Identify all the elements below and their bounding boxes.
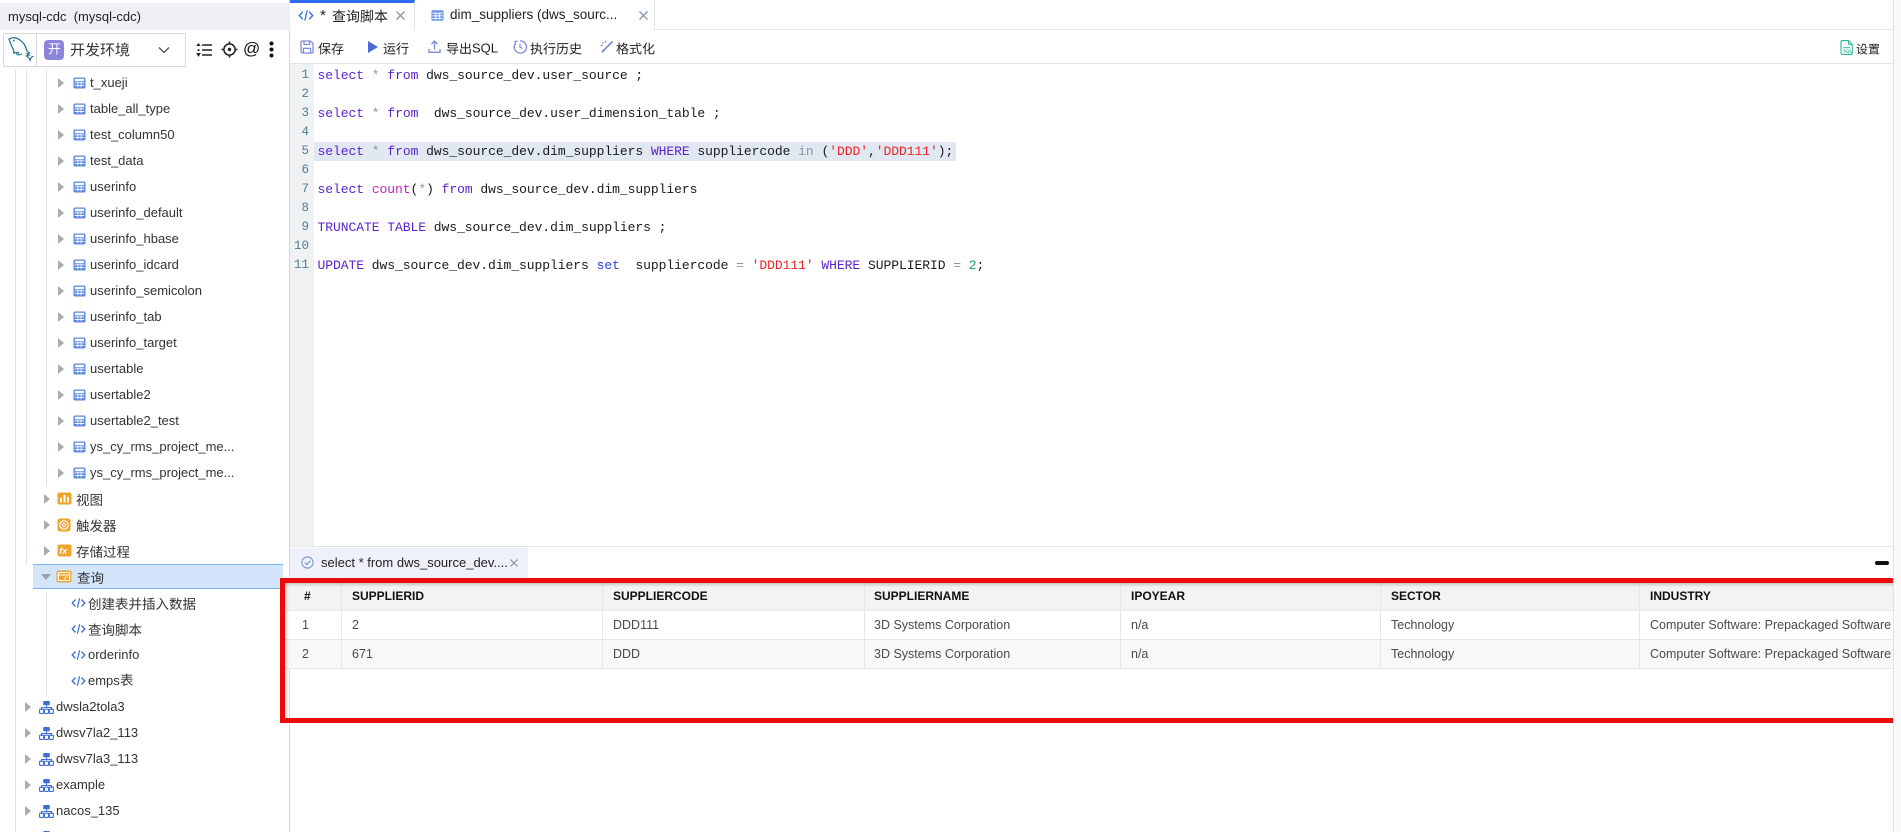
svg-text:fx: fx	[59, 546, 68, 556]
svg-text:SQL: SQL	[1843, 49, 1853, 54]
